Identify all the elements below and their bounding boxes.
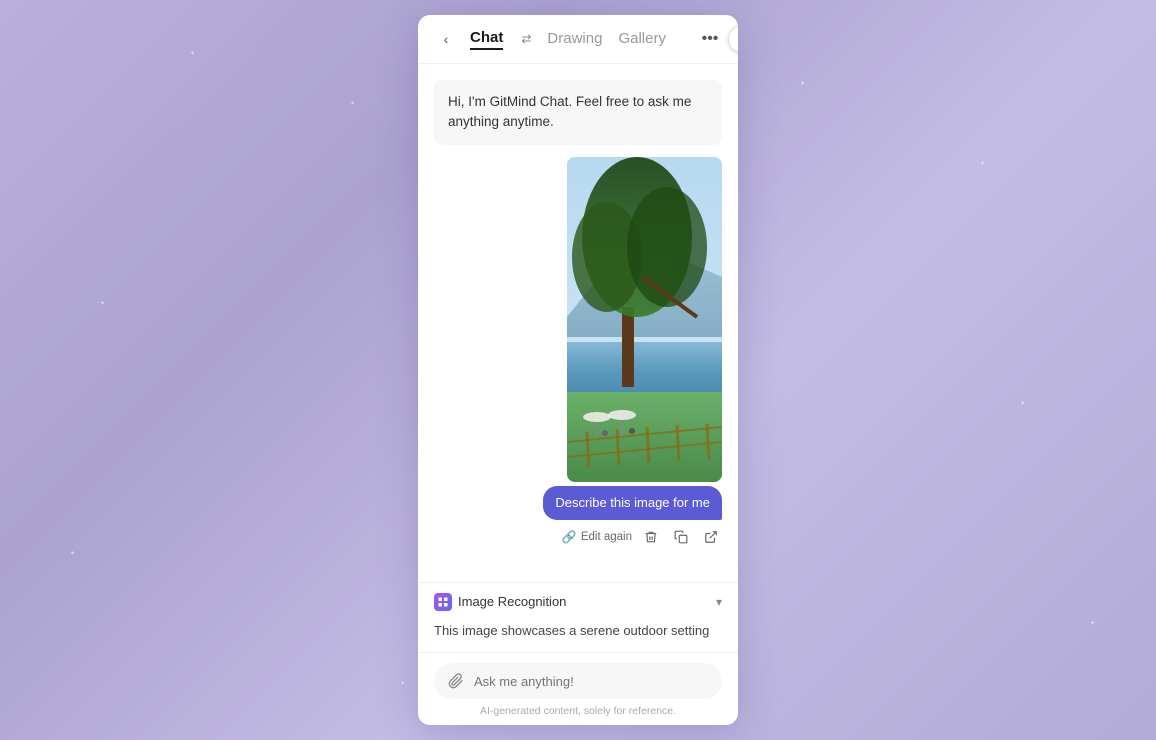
exchange-icon: ⇄ <box>521 32 531 46</box>
recognition-icon <box>434 593 452 611</box>
tab-chat[interactable]: Chat <box>470 29 503 50</box>
message-actions: 🔗 Edit again <box>562 526 722 548</box>
delete-button[interactable] <box>640 526 662 548</box>
more-button[interactable]: ••• <box>698 27 722 51</box>
disclaimer-text: AI-generated content, solely for referen… <box>434 699 722 717</box>
recognition-body: This image showcases a serene outdoor se… <box>418 621 738 653</box>
input-area: AI-generated content, solely for referen… <box>418 652 738 725</box>
tab-gallery[interactable]: Gallery <box>618 30 666 49</box>
back-icon: ‹ <box>444 31 449 47</box>
tab-drawing[interactable]: Drawing <box>547 30 602 49</box>
copy-button[interactable] <box>670 526 692 548</box>
uploaded-image <box>567 157 722 482</box>
share-button[interactable] <box>700 526 722 548</box>
chat-header: ‹ Chat ⇄ Drawing Gallery ••• <box>418 15 738 64</box>
link-icon: 🔗 <box>562 530 577 544</box>
recognition-title: Image Recognition <box>434 593 566 611</box>
user-message-bubble: Describe this image for me <box>543 486 722 520</box>
chat-panel: ✕ › ‹ Chat ⇄ Drawing Gallery ••• Hi, I'm… <box>418 15 738 725</box>
welcome-message: Hi, I'm GitMind Chat. Feel free to ask m… <box>434 80 722 145</box>
recognition-section: Image Recognition ▾ This image showcases… <box>418 582 738 653</box>
chat-body: Hi, I'm GitMind Chat. Feel free to ask m… <box>418 64 738 582</box>
tab-bar: Chat ⇄ Drawing Gallery <box>470 29 686 50</box>
more-icon: ••• <box>702 30 719 48</box>
edit-again-button[interactable]: 🔗 Edit again <box>562 530 632 544</box>
attach-button[interactable] <box>446 671 466 691</box>
back-button[interactable]: ‹ <box>434 27 458 51</box>
recognition-header[interactable]: Image Recognition ▾ <box>418 583 738 621</box>
chat-input[interactable] <box>474 674 710 689</box>
input-row <box>434 663 722 699</box>
image-message: Describe this image for me 🔗 Edit again <box>543 157 722 548</box>
chevron-down-icon: ▾ <box>716 595 722 609</box>
